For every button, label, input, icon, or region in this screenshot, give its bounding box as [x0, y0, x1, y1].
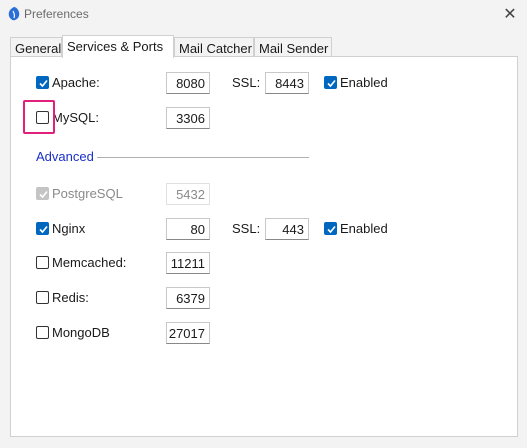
- nginx-ssl-enabled-checkbox[interactable]: [324, 222, 337, 235]
- mongodb-checkbox[interactable]: [36, 326, 49, 339]
- nginx-port-input[interactable]: 80: [166, 218, 210, 240]
- nginx-ssl-port-input[interactable]: 443: [265, 218, 309, 240]
- apache-checkbox[interactable]: [36, 76, 49, 89]
- nginx-label: Nginx: [52, 221, 86, 236]
- apache-ssl-label: SSL:: [232, 75, 261, 90]
- mysql-checkbox-highlight: [23, 100, 55, 134]
- advanced-divider: [97, 157, 309, 158]
- title-bar: Preferences ✕: [0, 0, 527, 30]
- apache-ssl-enabled-checkbox[interactable]: [324, 76, 337, 89]
- check-icon: [39, 79, 48, 88]
- check-icon: [327, 225, 336, 234]
- postgresql-row: PostgreSQL 5432: [11, 183, 517, 205]
- redis-label: Redis:: [52, 290, 89, 305]
- postgresql-checkbox: [36, 187, 49, 200]
- nginx-ssl-label: SSL:: [232, 221, 261, 236]
- postgresql-label: PostgreSQL: [52, 186, 123, 201]
- apache-label: Apache:: [52, 75, 100, 90]
- apache-ssl-enabled-label: Enabled: [340, 75, 388, 90]
- close-icon: ✕: [503, 6, 517, 23]
- apache-ssl-port-input[interactable]: 8443: [265, 72, 309, 94]
- redis-row: Redis: 6379: [11, 287, 517, 309]
- memcached-port-input[interactable]: 11211: [166, 252, 210, 274]
- close-button[interactable]: ✕: [497, 2, 523, 26]
- memcached-label: Memcached:: [52, 255, 127, 270]
- nginx-checkbox[interactable]: [36, 222, 49, 235]
- check-icon: [39, 190, 48, 199]
- apache-port-input[interactable]: 8080: [166, 72, 210, 94]
- apache-row: Apache: 8080 SSL: 8443 Enabled: [11, 72, 517, 94]
- nginx-ssl-enabled-label: Enabled: [340, 221, 388, 236]
- check-icon: [327, 79, 336, 88]
- window-title: Preferences: [24, 7, 89, 21]
- memcached-checkbox[interactable]: [36, 256, 49, 269]
- redis-port-input[interactable]: 6379: [166, 287, 210, 309]
- mysql-port-input[interactable]: 3306: [166, 107, 210, 129]
- advanced-section-label: Advanced: [36, 149, 94, 164]
- check-icon: [39, 225, 48, 234]
- tab-mail-catcher[interactable]: Mail Catcher: [174, 37, 254, 57]
- services-ports-panel: Apache: 8080 SSL: 8443 Enabled MySQL: 33…: [10, 56, 518, 437]
- mysql-label: MySQL:: [52, 110, 99, 125]
- app-icon: [8, 7, 20, 21]
- redis-checkbox[interactable]: [36, 291, 49, 304]
- mongodb-label: MongoDB: [52, 325, 110, 340]
- tab-general[interactable]: General: [10, 37, 62, 57]
- mongodb-row: MongoDB 27017: [11, 322, 517, 344]
- mysql-row: MySQL: 3306: [11, 107, 517, 129]
- memcached-row: Memcached: 11211: [11, 252, 517, 274]
- preferences-window: Preferences ✕ General Services & Ports M…: [0, 0, 527, 448]
- postgresql-port-input: 5432: [166, 183, 210, 205]
- tab-mail-sender[interactable]: Mail Sender: [254, 37, 332, 57]
- tab-services-ports[interactable]: Services & Ports: [62, 35, 174, 58]
- nginx-row: Nginx 80 SSL: 443 Enabled: [11, 218, 517, 240]
- mongodb-port-input[interactable]: 27017: [166, 322, 210, 344]
